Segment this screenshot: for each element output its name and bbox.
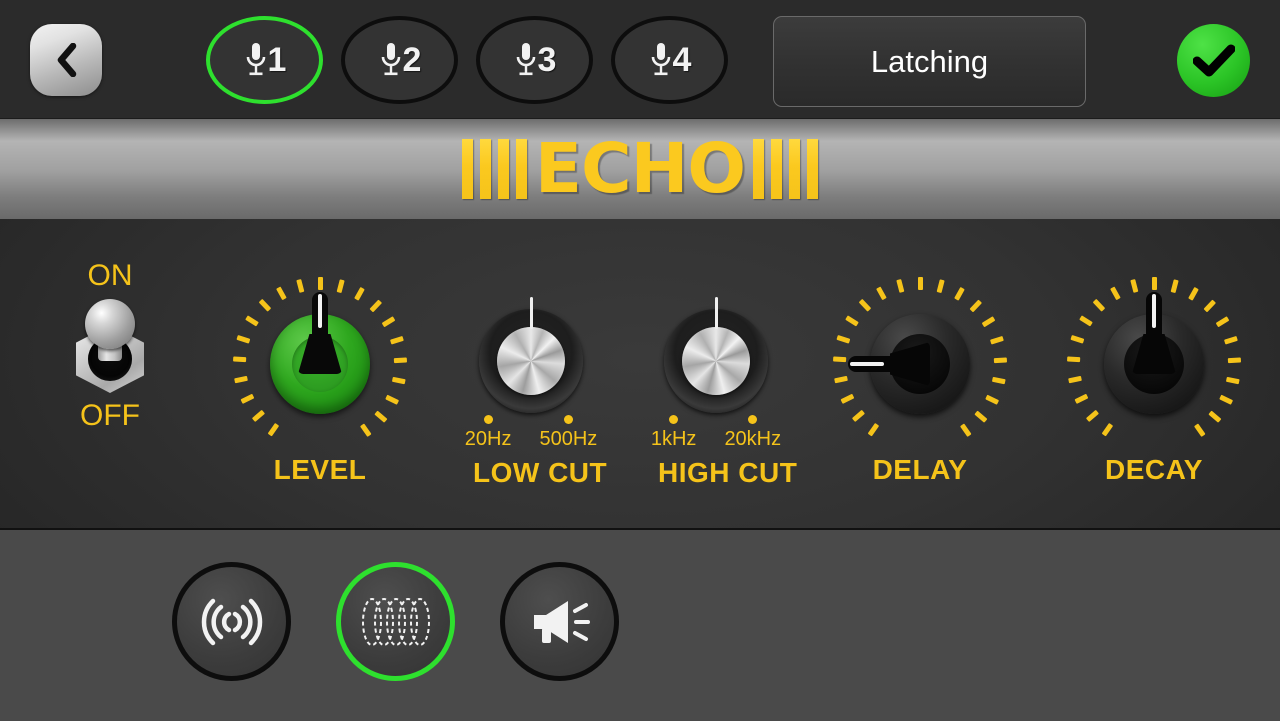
megaphone-icon <box>533 600 590 643</box>
low-cut-knob-rig <box>473 297 589 413</box>
latching-mode-button[interactable]: Latching <box>773 16 1086 107</box>
range-max-label: 500Hz <box>539 428 598 450</box>
mic-tab-label: 1 <box>267 40 287 79</box>
effect-button-echo[interactable] <box>336 562 455 681</box>
effect-button-megaphone[interactable] <box>500 562 619 681</box>
sidebar-item-mic-2[interactable]: 2 <box>341 16 458 104</box>
top-toolbar: 1 2 3 4 Latching <box>0 0 1280 119</box>
low-cut-indicator <box>530 297 533 329</box>
knob-label: DECAY <box>1105 454 1203 485</box>
microphone-icon <box>244 41 268 79</box>
effect-button-reverb[interactable] <box>172 562 291 681</box>
decay-knob-rig <box>1064 274 1244 454</box>
mic-tab-label: 3 <box>537 40 557 79</box>
latching-label: Latching <box>870 43 989 79</box>
high-cut-min: 1kHz <box>650 415 697 451</box>
banner-bars-left <box>461 139 527 199</box>
microphone-icon <box>514 41 538 79</box>
toggle-off-label: OFF <box>80 399 140 432</box>
bottom-toolbar <box>0 530 1280 721</box>
level-knob-rig <box>230 274 410 454</box>
checkmark-icon <box>1192 44 1235 76</box>
microphone-icon <box>379 41 403 79</box>
effects-editor-screen: 1 2 3 4 Latching ECHO ON OFF LEVEL 20Hz … <box>0 0 1280 721</box>
range-dot-icon <box>669 415 679 424</box>
knob-delay[interactable]: DELAY <box>830 274 1010 486</box>
range-dot-icon <box>748 415 758 424</box>
toggle-on-label: ON <box>87 259 133 292</box>
knob-label: LOW CUT <box>473 457 608 488</box>
confirm-button[interactable] <box>1177 24 1250 97</box>
echo-ripples-icon <box>361 597 430 646</box>
toggle-body <box>67 297 153 397</box>
sidebar-item-mic-1[interactable]: 1 <box>206 16 323 104</box>
range-dot-icon <box>483 415 493 424</box>
knob-decay[interactable]: DECAY <box>1064 274 1244 486</box>
low-cut-knob-face <box>497 327 565 395</box>
knob-level[interactable]: LEVEL <box>230 274 410 486</box>
delay-knob-pointer <box>830 274 1010 454</box>
knob-label: DELAY <box>872 454 968 485</box>
high-cut-indicator <box>715 297 718 329</box>
level-knob-pointer <box>230 274 410 454</box>
high-cut-range: 1kHz 20kHz <box>651 415 781 451</box>
range-min-label: 1kHz <box>650 428 697 450</box>
knob-low-cut[interactable]: 20Hz 500Hz LOW CUT <box>465 297 608 489</box>
effect-title-banner: ECHO <box>0 119 1280 219</box>
sidebar-item-mic-3[interactable]: 3 <box>476 16 593 104</box>
sound-waves-icon <box>201 598 262 645</box>
low-cut-min: 20Hz <box>464 415 512 451</box>
delay-knob-rig <box>830 274 1010 454</box>
low-cut-range: 20Hz 500Hz <box>465 415 597 451</box>
range-min-label: 20Hz <box>464 428 512 450</box>
power-toggle-switch[interactable]: ON OFF <box>55 259 165 433</box>
microphone-icon <box>649 41 673 79</box>
mic-tabs: 1 2 3 4 <box>206 16 728 104</box>
sidebar-item-mic-4[interactable]: 4 <box>611 16 728 104</box>
knob-high-cut[interactable]: 1kHz 20kHz HIGH CUT <box>651 297 798 489</box>
range-max-label: 20kHz <box>724 428 782 450</box>
page-title: ECHO <box>534 129 746 209</box>
knob-label: LEVEL <box>273 454 367 485</box>
effect-selector-row <box>172 562 619 681</box>
high-cut-knob-face <box>682 327 750 395</box>
chevron-left-icon <box>57 43 77 77</box>
high-cut-knob-rig <box>658 297 774 413</box>
decay-knob-pointer <box>1064 274 1244 454</box>
effect-controls-panel: ON OFF LEVEL 20Hz 500Hz LOW CUT 1kHz 20k… <box>0 219 1280 530</box>
knob-label: HIGH CUT <box>658 457 798 488</box>
back-button[interactable] <box>30 24 102 96</box>
toggle-ball <box>85 299 135 349</box>
range-dot-icon <box>563 415 573 424</box>
high-cut-max: 20kHz <box>724 415 781 451</box>
mic-tab-label: 2 <box>402 40 422 79</box>
mic-tab-label: 4 <box>672 40 692 79</box>
banner-bars-right <box>753 139 819 199</box>
low-cut-max: 500Hz <box>539 415 597 451</box>
